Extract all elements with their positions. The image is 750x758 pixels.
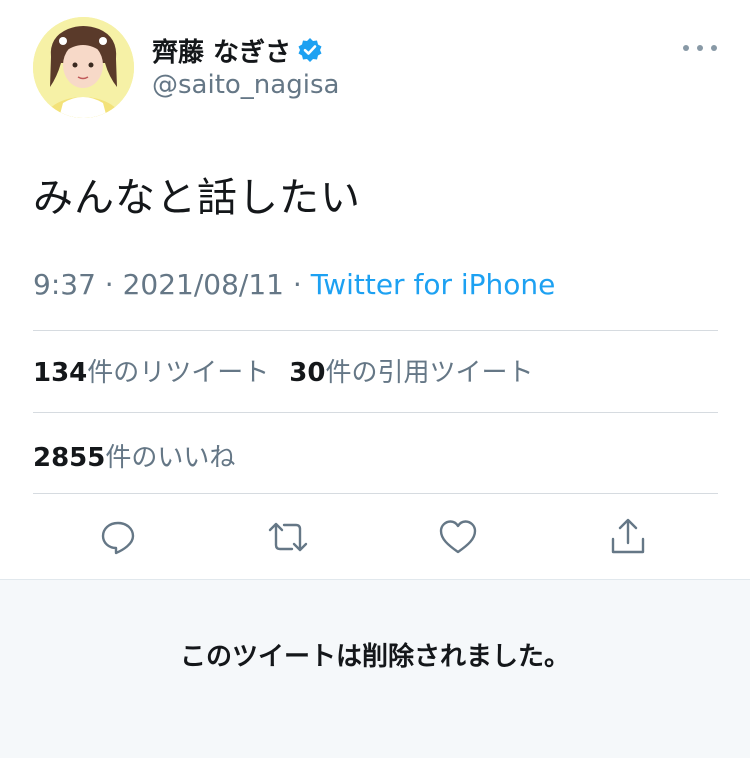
quotes-stat[interactable]: 30件の引用ツイート <box>289 358 533 388</box>
tweet-source-link[interactable]: Twitter for iPhone <box>311 268 556 301</box>
more-options-icon[interactable] <box>683 38 717 58</box>
user-handle[interactable]: @saito_nagisa <box>152 70 339 100</box>
engagement-stats: 134件のリツイート 30件の引用ツイート <box>33 352 534 389</box>
share-icon <box>611 518 645 554</box>
retweets-count: 134 <box>33 358 88 388</box>
tweet-time: 9:37 <box>33 268 96 301</box>
avatar-image <box>33 17 134 118</box>
divider <box>33 493 718 494</box>
tweet-date: 2021/08/11 <box>122 268 284 301</box>
likes-stat[interactable]: 2855件のいいね <box>33 437 235 474</box>
tweet-text: みんなと話したい <box>33 175 361 221</box>
reply-button[interactable] <box>96 515 140 559</box>
retweet-icon <box>268 522 308 552</box>
meta-separator: · <box>104 268 114 301</box>
retweets-label: 件のリツイート <box>87 358 270 388</box>
deleted-notice-text: このツイートは削除されました。 <box>179 642 570 672</box>
avatar[interactable] <box>33 17 134 118</box>
retweet-button[interactable] <box>266 515 310 559</box>
heart-icon <box>439 520 477 554</box>
quotes-label: 件の引用ツイート <box>325 358 534 388</box>
quotes-count: 30 <box>289 358 326 388</box>
retweets-stat[interactable]: 134件のリツイート <box>33 358 269 388</box>
display-name-row[interactable]: 齊藤 なぎさ <box>152 32 323 68</box>
reply-icon <box>101 521 135 555</box>
share-button[interactable] <box>606 515 650 559</box>
display-name[interactable]: 齊藤 なぎさ <box>152 32 291 69</box>
tweet-meta: 9:37 · 2021/08/11 · Twitter for iPhone <box>33 268 555 301</box>
like-button[interactable] <box>436 515 480 559</box>
likes-label: 件のいいね <box>105 443 236 473</box>
likes-count: 2855 <box>33 443 106 473</box>
verified-badge-icon <box>297 37 323 63</box>
divider <box>33 330 718 331</box>
meta-separator: · <box>292 268 302 301</box>
divider <box>33 412 718 413</box>
